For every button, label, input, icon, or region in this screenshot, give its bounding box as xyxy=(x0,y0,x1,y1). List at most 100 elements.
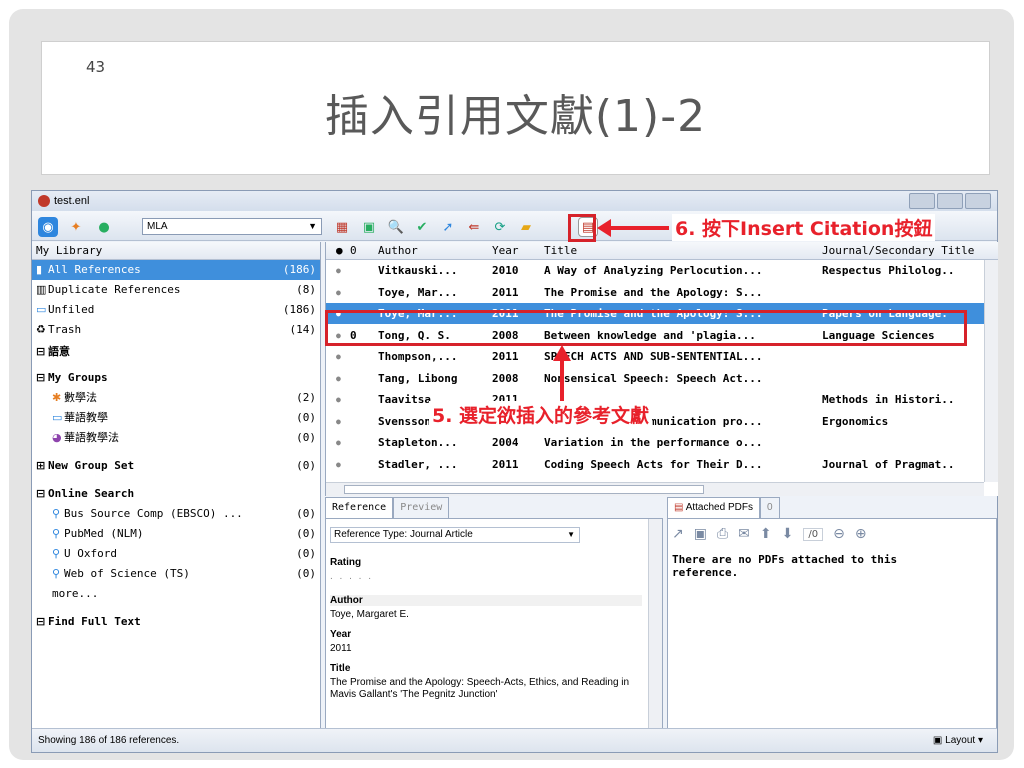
collapse-icon[interactable]: ⊟ xyxy=(36,484,48,504)
new-reference-icon[interactable]: ▣ xyxy=(359,217,379,237)
arrow-down-icon[interactable]: ⬇ xyxy=(782,526,794,542)
smart-group-icon: ✱ xyxy=(52,391,62,404)
column-year[interactable]: Year xyxy=(492,242,542,260)
maximize-button[interactable] xyxy=(937,193,963,209)
section-find-full-text[interactable]: ⊟ Find Full Text xyxy=(32,612,320,632)
combined-group-icon: ◕ xyxy=(52,431,62,444)
local-library-mode-icon[interactable]: ◉ xyxy=(38,217,58,237)
arrow-head-left-icon xyxy=(597,219,611,237)
table-row[interactable]: ● Stapleton... 2004 Variation in the perfor… xyxy=(326,432,998,453)
table-row[interactable]: ● Tang, Libong 2008 Nonsensical Speech: Spe… xyxy=(326,368,998,389)
group-item[interactable]: ✱ 數學法 (2) xyxy=(32,388,320,408)
reference-panel-scrollbar[interactable] xyxy=(648,519,662,729)
table-row[interactable]: ● Thompson,... 2011 SPEECH ACTS AND SUB-SEN… xyxy=(326,346,998,367)
online-search-item[interactable]: ⚲ U Oxford (0) xyxy=(32,544,320,564)
read-status-icon: ● xyxy=(336,459,341,469)
group-trash[interactable]: ♻ Trash (14) xyxy=(32,320,320,340)
print-icon[interactable]: ⎙ xyxy=(717,526,728,542)
section-online-search[interactable]: ⊟ Online Search xyxy=(32,484,320,504)
tab-attachment[interactable]: 0 xyxy=(759,497,780,518)
selected-reference-highlight xyxy=(325,310,967,346)
integrated-library-mode-icon[interactable]: ✦ xyxy=(66,217,86,237)
expand-icon[interactable]: ⊞ xyxy=(36,456,48,476)
slide-title-box: 43 插入引用文獻(1)-2 xyxy=(41,41,990,175)
sync-icon[interactable]: ⟳ xyxy=(490,217,510,237)
horizontal-scrollbar[interactable] xyxy=(326,482,984,496)
find-full-text-icon[interactable]: ✔ xyxy=(412,217,432,237)
collapse-icon[interactable]: ⊟ xyxy=(36,342,48,362)
group-duplicate-references[interactable]: ▥ Duplicate References (8) xyxy=(32,280,320,300)
author-value[interactable]: Toye, Margaret E. xyxy=(330,609,642,620)
read-status-column-icon[interactable]: ● xyxy=(336,242,346,260)
window-title: test.enl xyxy=(54,195,90,207)
layout-icon: ▣ xyxy=(932,735,946,746)
collapse-icon[interactable]: ⊟ xyxy=(36,368,48,388)
endnote-window: test.enl ◉ ✦ ● MLA ▼ ▦ ▣ 🔍 ✔ ➚ ⇚ ⟳ ▰ ▤ M… xyxy=(31,190,998,753)
table-row[interactable]: ●Svensson,...2008Speech acts, communicat… xyxy=(326,411,998,432)
output-style-value: MLA xyxy=(147,221,168,232)
read-status-icon: ● xyxy=(336,438,341,447)
table-row[interactable]: ● Vitkauski... 2010 A Way of Analyzing Perl… xyxy=(326,260,998,281)
trash-icon: ♻ xyxy=(36,323,46,336)
email-icon[interactable]: ✉ xyxy=(738,526,750,542)
group-item[interactable]: ▭ 華語教學 (0) xyxy=(32,408,320,428)
annotation-arrow xyxy=(560,361,564,403)
library-pane: My Library ▮ All References (186) ▥ Dupl… xyxy=(32,242,321,730)
section-my-groups[interactable]: ⊟ My Groups xyxy=(32,368,320,388)
step5-callout: 5. 選定欲插入的參考文獻 xyxy=(429,401,653,428)
online-search-item[interactable]: ⚲ PubMed (NLM) (0) xyxy=(32,524,320,544)
minimize-button[interactable] xyxy=(909,193,935,209)
read-status-icon: ● xyxy=(336,416,341,426)
column-journal[interactable]: Journal/Secondary Title xyxy=(822,242,982,260)
duplicate-icon: ▥ xyxy=(36,283,47,296)
section-yuyi[interactable]: ⊟ 語意 xyxy=(32,342,320,362)
window-titlebar: test.enl xyxy=(32,191,997,211)
zoom-out-icon[interactable]: ⊖ xyxy=(833,526,845,542)
chevron-down-icon: ▼ xyxy=(308,221,317,231)
column-title[interactable]: Title xyxy=(544,242,820,260)
share-icon[interactable]: ➚ xyxy=(438,217,458,237)
group-unfiled[interactable]: ▭ Unfiled (186) xyxy=(32,300,320,320)
arrow-up-icon[interactable]: ⬆ xyxy=(760,526,772,542)
table-row[interactable]: ● Toye, Mar... 2011 The Promise and the Apo… xyxy=(326,282,998,303)
online-search-icon[interactable]: 🔍 xyxy=(386,217,406,237)
tab-attached-pdfs[interactable]: ▤ Attached PDFs xyxy=(667,497,760,518)
copy-reference-icon[interactable]: ▦ xyxy=(332,217,352,237)
import-icon[interactable]: ⇚ xyxy=(464,217,484,237)
layout-button[interactable]: ▣ Layout ▾ xyxy=(933,733,983,749)
collapse-icon[interactable]: ⊟ xyxy=(36,612,48,632)
cell-title: Nonsensical Speech: Speech Act... xyxy=(544,371,763,385)
title-value[interactable]: The Promise and the Apology: Speech-Acts… xyxy=(330,677,642,707)
save-icon[interactable]: ▣ xyxy=(694,526,707,542)
open-external-icon[interactable]: ↗ xyxy=(672,526,684,542)
group-all-references[interactable]: ▮ All References (186) xyxy=(32,260,320,280)
section-new-group-set[interactable]: ⊞ New Group Set (0) xyxy=(32,456,320,476)
output-style-select[interactable]: MLA ▼ xyxy=(142,218,322,235)
status-text: Showing 186 of 186 references. xyxy=(38,735,180,746)
year-value[interactable]: 2011 xyxy=(330,643,642,654)
attachment-column-icon[interactable]: 0 xyxy=(350,242,362,260)
insert-citation-highlight xyxy=(568,214,596,242)
cell-author: Toye, Mar... xyxy=(378,285,458,299)
tab-preview[interactable]: Preview xyxy=(393,497,450,518)
reference-type-select[interactable]: Reference Type: Journal Article ▼ xyxy=(330,527,580,543)
tab-reference[interactable]: Reference xyxy=(325,497,394,518)
close-button[interactable] xyxy=(965,193,991,209)
scrollbar-thumb[interactable] xyxy=(344,485,704,494)
online-search-mode-icon[interactable]: ● xyxy=(94,217,114,237)
table-row[interactable]: ● Stadler, ... 2011 Coding Speech Acts for … xyxy=(326,454,998,475)
open-folder-icon[interactable]: ▰ xyxy=(516,217,536,237)
online-search-item[interactable]: ⚲ Bus Source Comp (EBSCO) ... (0) xyxy=(32,504,320,524)
column-author[interactable]: Author xyxy=(378,242,490,260)
group-item[interactable]: ◕ 華語教學法 (0) xyxy=(32,428,320,448)
title-label: Title xyxy=(330,663,351,674)
online-search-more-link[interactable]: more... xyxy=(32,584,320,604)
vertical-scrollbar[interactable] xyxy=(984,260,998,482)
rating-stars[interactable]: . . . . . xyxy=(330,571,642,582)
table-row[interactable]: ● Taavitsa... 2011... Methods in Histori.. xyxy=(326,389,998,410)
zoom-in-icon[interactable]: ⊕ xyxy=(855,526,867,542)
online-search-item[interactable]: ⚲ Web of Science (TS) (0) xyxy=(32,564,320,584)
annotation-arrow xyxy=(609,226,669,230)
page-counter[interactable]: /0 xyxy=(803,527,824,541)
read-status-icon: ● xyxy=(336,266,341,275)
